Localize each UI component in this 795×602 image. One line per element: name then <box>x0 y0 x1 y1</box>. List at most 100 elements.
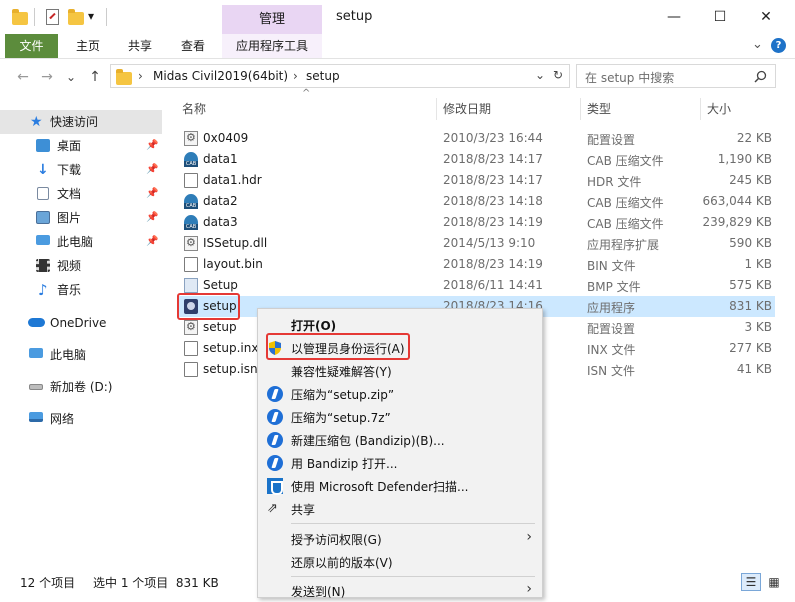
nav-item-network[interactable]: 网络 <box>0 407 162 431</box>
breadcrumb-item[interactable]: Midas Civil2019(64bit) <box>153 69 288 83</box>
nav-item-documents[interactable]: 文档 📌 <box>0 182 162 206</box>
divider <box>34 8 35 26</box>
column-divider[interactable] <box>580 98 581 120</box>
column-divider[interactable] <box>700 98 701 120</box>
back-button[interactable]: ← <box>14 68 32 86</box>
file-type: 应用程序 <box>587 301 636 315</box>
file-type: CAB 压缩文件 <box>587 196 664 210</box>
breadcrumb-item[interactable]: setup <box>306 69 340 83</box>
file-name: layout.bin <box>203 257 263 271</box>
manage-tab[interactable]: 管理 <box>222 5 322 34</box>
tab-view[interactable]: 查看 <box>171 34 215 58</box>
video-icon <box>36 259 50 272</box>
new-folder-icon[interactable] <box>68 9 84 25</box>
nav-item-desktop[interactable]: 桌面 📌 <box>0 134 162 158</box>
divider <box>106 8 107 26</box>
minimize-button[interactable]: — <box>651 0 697 34</box>
recent-locations-button[interactable]: ⌄ <box>62 68 80 86</box>
file-type: CAB 压缩文件 <box>587 154 664 168</box>
menu-item-compress-7z[interactable]: 压缩为“setup.7z” <box>258 405 542 428</box>
status-selection: 选中 1 个项目 831 KB <box>93 576 219 590</box>
menu-item-restore-versions[interactable]: 还原以前的版本(V) <box>258 550 542 573</box>
up-button[interactable]: ↑ <box>86 68 104 86</box>
dll-file-icon <box>184 236 198 251</box>
file-size: 1,190 KB <box>717 152 772 166</box>
file-row[interactable]: layout.bin 2018/8/23 14:19 BIN 文件 1 KB <box>178 254 775 275</box>
menu-item-new-archive[interactable]: 新建压缩包 (Bandizip)(B)... <box>258 428 542 451</box>
file-row[interactable]: 0x0409 2010/3/23 16:44 配置设置 22 KB <box>178 128 775 149</box>
cloud-icon <box>28 318 45 327</box>
menu-item-label: 用 Bandizip 打开... <box>291 457 398 471</box>
file-type: INX 文件 <box>587 343 636 357</box>
nav-label: 视频 <box>57 259 82 273</box>
refresh-icon[interactable]: ↻ <box>553 68 563 82</box>
nav-item-downloads[interactable]: ↓ 下载 📌 <box>0 158 162 182</box>
column-header-date[interactable]: 修改日期 <box>443 98 491 120</box>
pin-icon[interactable]: 📌 <box>146 134 158 158</box>
search-placeholder: 在 setup 中搜索 <box>585 71 675 85</box>
tab-file[interactable]: 文件 <box>5 34 58 58</box>
column-header-name[interactable]: 名称 <box>182 98 206 120</box>
file-date: 2018/6/11 14:41 <box>443 278 543 292</box>
file-size: 1 KB <box>744 257 772 271</box>
defender-icon <box>267 478 283 495</box>
menu-item-label: 授予访问权限(G) <box>291 533 382 547</box>
file-row[interactable]: Setup 2018/6/11 14:41 BMP 文件 575 KB <box>178 275 775 296</box>
nav-item-music[interactable]: ♪ 音乐 <box>0 278 162 302</box>
nav-item-pictures[interactable]: 图片 📌 <box>0 206 162 230</box>
address-dropdown-icon[interactable]: ⌄ <box>535 68 545 82</box>
help-icon[interactable]: ? <box>771 38 786 53</box>
forward-button[interactable]: → <box>38 68 56 86</box>
pin-icon[interactable]: 📌 <box>146 230 158 254</box>
nav-item-quick-access[interactable]: ★ 快速访问 <box>0 110 162 134</box>
details-view-icon[interactable]: ☰ <box>741 573 761 591</box>
file-date: 2018/8/23 14:19 <box>443 215 543 229</box>
file-size: 22 KB <box>736 131 772 145</box>
nav-item-drive-d[interactable]: 新加卷 (D:) <box>0 375 162 399</box>
menu-item-grant-access[interactable]: 授予访问权限(G) › <box>258 527 542 550</box>
address-bar[interactable]: › Midas Civil2019(64bit) › setup ⌄ ↻ <box>110 64 570 88</box>
search-input[interactable]: 在 setup 中搜索 <box>576 64 776 88</box>
maximize-button[interactable]: ☐ <box>697 0 743 34</box>
file-name: setup.inx <box>203 341 259 355</box>
menu-item-label: 共享 <box>291 503 316 517</box>
column-divider[interactable] <box>436 98 437 120</box>
pin-icon[interactable]: 📌 <box>146 158 158 182</box>
nav-item-onedrive[interactable]: OneDrive <box>0 311 162 335</box>
desktop-icon <box>36 139 50 152</box>
tab-home[interactable]: 主页 <box>66 34 110 58</box>
menu-item-open-with-bandizip[interactable]: 用 Bandizip 打开... <box>258 451 542 474</box>
menu-item-compress-zip[interactable]: 压缩为“setup.zip” <box>258 382 542 405</box>
pin-icon[interactable]: 📌 <box>146 182 158 206</box>
menu-item-defender-scan[interactable]: 使用 Microsoft Defender扫描... <box>258 474 542 497</box>
column-header-type[interactable]: 类型 <box>587 98 611 120</box>
file-type: HDR 文件 <box>587 175 642 189</box>
large-icons-view-icon[interactable]: ▦ <box>764 573 784 591</box>
nav-label: 图片 <box>57 211 82 225</box>
file-row[interactable]: data3 2018/8/23 14:19 CAB 压缩文件 239,829 K… <box>178 212 775 233</box>
close-button[interactable]: ✕ <box>743 0 789 34</box>
cab-file-icon <box>184 215 198 230</box>
ribbon-collapse-icon[interactable]: ⌄ <box>752 37 763 52</box>
breadcrumb-separator: › <box>293 69 298 83</box>
pin-icon[interactable]: 📌 <box>146 206 158 230</box>
nav-label: 此电脑 <box>50 348 87 362</box>
tab-app-tools[interactable]: 应用程序工具 <box>222 34 322 58</box>
nav-item-this-pc-quick[interactable]: 此电脑 📌 <box>0 230 162 254</box>
file-row[interactable]: ISSetup.dll 2014/5/13 9:10 应用程序扩展 590 KB <box>178 233 775 254</box>
qat-dropdown-icon[interactable]: ▾ <box>88 9 94 23</box>
properties-icon[interactable] <box>46 9 62 25</box>
nav-item-this-pc[interactable]: 此电脑 <box>0 343 162 367</box>
file-row[interactable]: data1.hdr 2018/8/23 14:17 HDR 文件 245 KB <box>178 170 775 191</box>
search-icon[interactable] <box>754 70 767 83</box>
menu-item-send-to[interactable]: 发送到(N) › <box>258 579 542 602</box>
file-row[interactable]: data2 2018/8/23 14:18 CAB 压缩文件 663,044 K… <box>178 191 775 212</box>
computer-icon <box>36 235 50 245</box>
menu-item-share[interactable]: ⇗ 共享 <box>258 497 542 520</box>
file-row[interactable]: data1 2018/8/23 14:17 CAB 压缩文件 1,190 KB <box>178 149 775 170</box>
menu-item-compat-troubleshoot[interactable]: 兼容性疑难解答(Y) <box>258 359 542 382</box>
nav-item-videos[interactable]: 视频 <box>0 254 162 278</box>
network-icon <box>29 412 43 422</box>
column-header-size[interactable]: 大小 <box>707 98 731 120</box>
tab-share[interactable]: 共享 <box>118 34 162 58</box>
